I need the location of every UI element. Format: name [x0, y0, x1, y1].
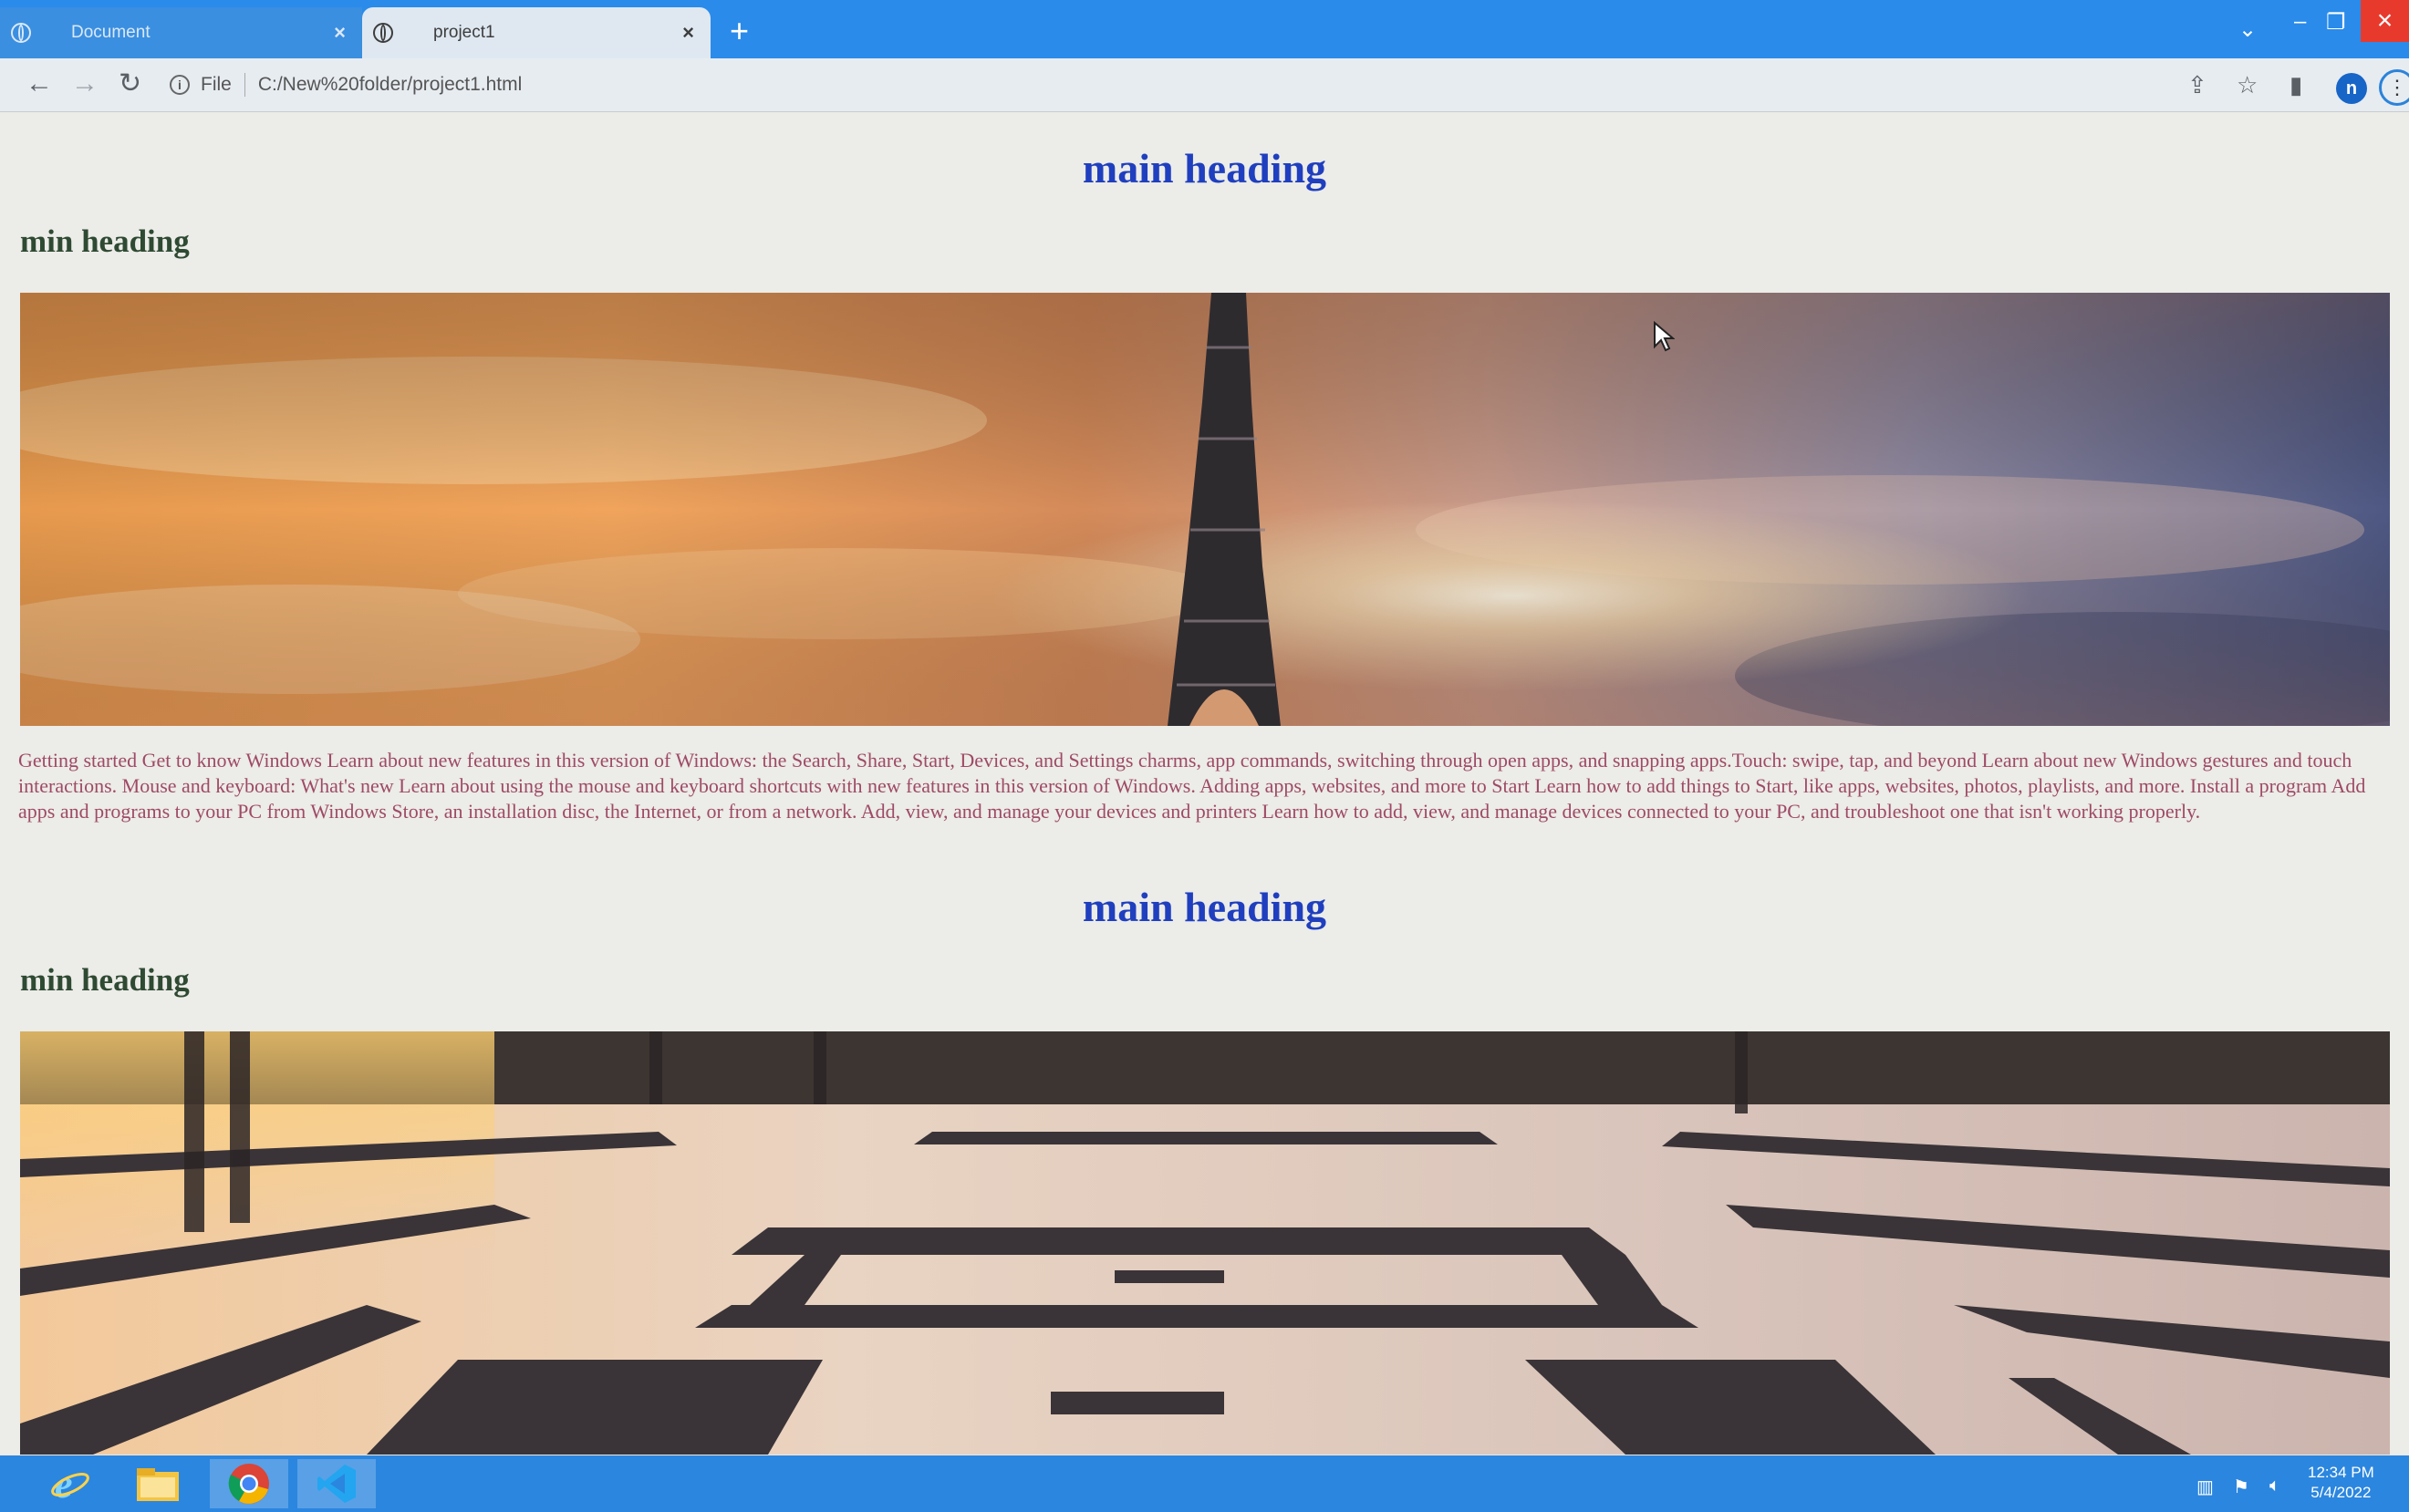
- tab-title: Document: [71, 23, 151, 42]
- new-tab-button[interactable]: +: [730, 13, 749, 49]
- tab-title: project1: [433, 23, 495, 42]
- eiffel-tower-image: [20, 293, 2390, 726]
- plaza-image: [20, 1031, 2390, 1455]
- browser-toolbar: ← → ↻ i File C:/New%20folder/project1.ht…: [0, 58, 2409, 112]
- more-menu-icon[interactable]: ⋮: [2379, 69, 2409, 106]
- close-window-icon[interactable]: ×: [2361, 0, 2409, 42]
- bookmark-star-icon[interactable]: ☆: [2237, 71, 2258, 98]
- profile-avatar[interactable]: n: [2336, 73, 2367, 104]
- divider: [244, 73, 245, 97]
- back-icon[interactable]: ←: [26, 66, 53, 102]
- tab-search-chevron-icon[interactable]: ⌄: [2238, 16, 2257, 43]
- action-center-flag-icon[interactable]: ⚑: [2233, 1476, 2249, 1498]
- internet-explorer-icon[interactable]: e: [31, 1459, 109, 1508]
- minimize-icon[interactable]: –: [2294, 9, 2306, 35]
- min-heading: min heading: [20, 223, 190, 259]
- web-page: main heading min heading Getting started…: [0, 112, 2409, 1455]
- mouse-cursor-icon: [1654, 321, 1675, 352]
- main-heading: main heading: [1082, 884, 1327, 930]
- globe-icon: [373, 23, 393, 43]
- address-bar[interactable]: i File C:/New%20folder/project1.html: [170, 62, 2131, 108]
- tab-document[interactable]: Document ×: [0, 7, 362, 58]
- reload-icon[interactable]: ↻: [119, 66, 141, 102]
- share-icon[interactable]: ⇪: [2187, 71, 2207, 98]
- min-heading: min heading: [20, 962, 190, 998]
- globe-icon: [11, 23, 31, 43]
- restore-icon[interactable]: ❐: [2326, 9, 2346, 36]
- main-heading: main heading: [1082, 145, 1327, 192]
- volume-icon[interactable]: 🔈︎: [2269, 1476, 2280, 1496]
- side-panel-icon[interactable]: ▮: [2290, 71, 2302, 98]
- clock-time: 12:34 PM: [2308, 1464, 2374, 1481]
- close-tab-icon[interactable]: ×: [682, 21, 694, 45]
- chrome-icon[interactable]: [210, 1459, 288, 1508]
- system-clock[interactable]: 12:34 PM 5/4/2022: [2308, 1463, 2374, 1503]
- vscode-icon[interactable]: [297, 1459, 376, 1508]
- tab-strip: Document × project1 × + ⌄ – ❐ ×: [0, 0, 2409, 58]
- file-explorer-icon[interactable]: [119, 1459, 197, 1508]
- site-info-icon[interactable]: i: [170, 75, 190, 95]
- clock-date: 5/4/2022: [2310, 1484, 2372, 1501]
- scheme-label: File: [201, 74, 232, 95]
- body-paragraph: Getting started Get to know Windows Lear…: [18, 749, 2366, 823]
- forward-icon[interactable]: →: [71, 66, 99, 102]
- tab-project1[interactable]: project1 ×: [362, 7, 711, 58]
- close-tab-icon[interactable]: ×: [334, 21, 346, 45]
- url-text[interactable]: C:/New%20folder/project1.html: [258, 74, 522, 96]
- network-icon[interactable]: ▥: [2196, 1476, 2214, 1498]
- windows-taskbar: e ▥ ⚑ 🔈︎ 12:34 PM 5/4/2022: [0, 1455, 2409, 1512]
